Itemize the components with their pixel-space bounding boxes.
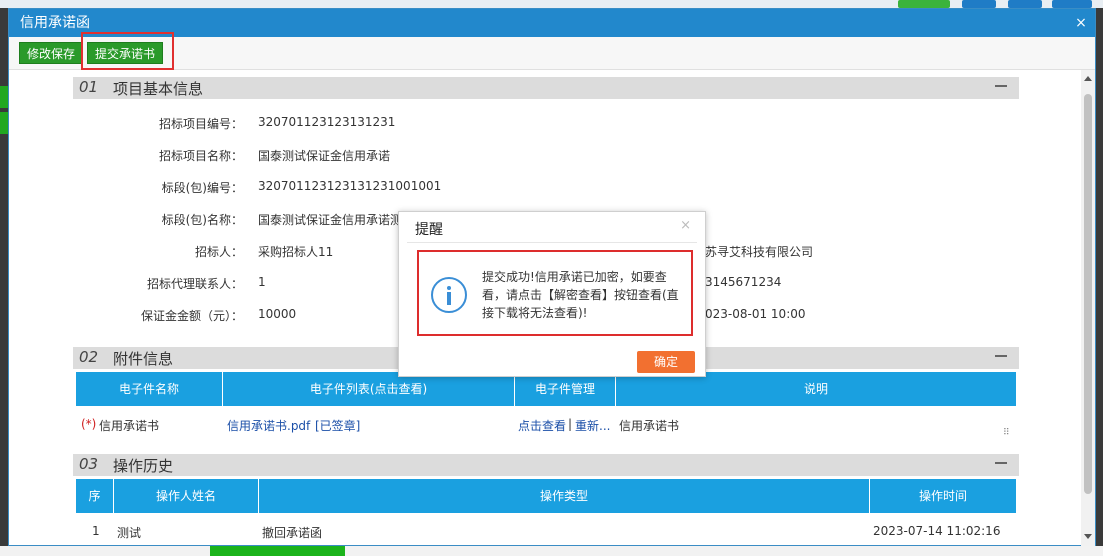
section-number: 02 (79, 348, 99, 366)
signed-status-link[interactable]: [已签章] (315, 417, 360, 434)
field-label: 标段(包)编号： (161, 181, 243, 195)
column-header: 电子件管理 (515, 372, 616, 406)
scroll-up-icon[interactable] (1084, 76, 1092, 81)
attachment-name: 信用承诺书 (99, 419, 160, 433)
scroll-down-icon[interactable] (1084, 534, 1092, 539)
background-page-strip (0, 546, 1103, 556)
column-header: 操作时间 (870, 479, 1016, 513)
section-header-basic-info: 01 项目基本信息 (73, 77, 1019, 99)
modal-message: 提交成功!信用承诺已加密，如要查看，请点击【解密查看】按钮查看(直接下载将无法查… (482, 270, 679, 320)
reminder-modal: 提醒 × 提交成功!信用承诺已加密，如要查看，请点击【解密查看】按钮查看(直接下… (398, 211, 706, 377)
collapse-icon[interactable] (995, 355, 1007, 357)
field-label: 标段(包)名称： (161, 213, 243, 227)
resize-grip-icon[interactable]: ⠿ (1003, 428, 1010, 438)
section-number: 03 (79, 455, 99, 473)
edit-save-button[interactable]: 修改保存 (19, 42, 84, 64)
field-value: 023-08-01 10:00 (705, 307, 806, 321)
background-button (210, 546, 345, 556)
background-button (1008, 0, 1042, 8)
column-header: 电子件列表(点击查看) (223, 372, 515, 406)
field-value: 3207011231231312310010​01 (258, 179, 442, 193)
column-header: 电子件名称 (76, 372, 223, 406)
history-seq: 1 (92, 524, 100, 538)
history-time: 2023-07-14 11:02:16 (873, 524, 1001, 538)
field-value: 1 (258, 275, 266, 289)
attachment-file-link[interactable]: 信用承诺书.pdf (227, 417, 310, 434)
submit-commitment-button[interactable]: 提交承诺书 (87, 42, 164, 64)
field-label: 招标项目编号： (158, 117, 243, 131)
field-value: 国泰测试保证金信用承诺 (258, 149, 391, 163)
section-header-history: 03 操作历史 (73, 454, 1019, 476)
dialog-title-bar: 信用承诺函 × (9, 9, 1095, 37)
history-operation-type: 撤回承诺函 (262, 526, 323, 540)
close-icon[interactable]: × (1073, 9, 1089, 37)
background-button (1052, 0, 1092, 8)
field-value: 10000 (258, 307, 297, 321)
column-header: 序 (76, 479, 114, 513)
field-label: 保证金金额（元）： (140, 309, 243, 323)
background-button (962, 0, 996, 8)
field-value: 采购招标人11 (258, 245, 334, 259)
field-label: 招标代理联系人： (146, 277, 243, 291)
field-value: 3145671234 (705, 275, 782, 289)
field-label: 招标项目名称： (158, 149, 243, 163)
attachment-description: 信用承诺书 (619, 419, 680, 433)
scrollbar-thumb[interactable] (1084, 94, 1092, 494)
background-button (898, 0, 950, 8)
field-label: 招标人： (194, 245, 243, 259)
background-side-tab (0, 112, 8, 134)
section-title: 项目基本信息 (113, 80, 204, 98)
field-value: 苏寻艾科技有限公司 (705, 245, 814, 259)
background-side-tab (0, 86, 8, 108)
field-value: 320701123123131231 (258, 115, 396, 129)
column-header: 说明 (616, 372, 1016, 406)
vertical-scrollbar[interactable] (1081, 70, 1095, 546)
ok-button[interactable]: 确定 (637, 351, 695, 373)
required-mark: (*) (81, 417, 97, 431)
toolbar: 修改保存 提交承诺书 (9, 32, 1095, 70)
column-header: 操作类型 (259, 479, 870, 513)
info-icon (431, 277, 467, 313)
section-title: 附件信息 (113, 350, 174, 368)
column-header: 操作人姓名 (114, 479, 259, 513)
message-highlight-box: 提交成功!信用承诺已加密，如要查看，请点击【解密查看】按钮查看(直接下载将无法查… (417, 250, 693, 336)
collapse-icon[interactable] (995, 462, 1007, 464)
view-link[interactable]: 点击查看 (518, 417, 566, 434)
section-number: 01 (79, 78, 99, 96)
history-operator: 测试 (117, 526, 142, 540)
field-value: 国泰测试保证金信用承诺测 (258, 213, 403, 227)
dialog-title: 信用承诺函 (20, 15, 90, 31)
collapse-icon[interactable] (995, 85, 1007, 87)
reupload-link[interactable]: 重新... (575, 417, 610, 434)
section-title: 操作历史 (113, 457, 174, 475)
modal-title: 提醒 (415, 222, 443, 238)
close-icon[interactable]: × (680, 218, 691, 233)
modal-divider (407, 242, 697, 243)
link-separator: | (568, 417, 573, 431)
